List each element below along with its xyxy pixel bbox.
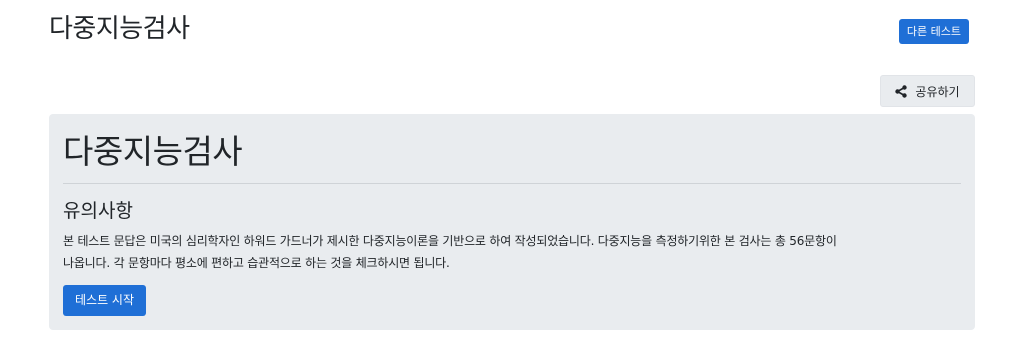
notice-line-2: 나옵니다. 각 문항마다 평소에 편하고 습관적으로 하는 것을 체크하시면 됩… [63, 256, 450, 270]
card-title: 다중지능검사 [63, 132, 243, 171]
notice-heading: 유의사항 [63, 200, 133, 222]
header: 다중지능검사 다른 테스트 [49, 8, 975, 48]
site-title[interactable]: 다중지능검사 [49, 12, 190, 46]
divider [63, 183, 961, 184]
share-icon [895, 84, 908, 98]
page: 다중지능검사 다른 테스트 공유하기 다중지능검사 유의사항 본 테스트 문답은… [0, 0, 1024, 337]
share-label: 공유하기 [915, 84, 960, 99]
intro-card: 다중지능검사 유의사항 본 테스트 문답은 미국의 심리학자인 하워드 가드너가… [49, 114, 975, 330]
notice-body: 본 테스트 문답은 미국의 심리학자인 하워드 가드너가 제시한 다중지능이론을… [63, 230, 963, 274]
share-button[interactable]: 공유하기 [880, 75, 975, 107]
other-test-button[interactable]: 다른 테스트 [898, 19, 969, 44]
notice-line-1: 본 테스트 문답은 미국의 심리학자인 하워드 가드너가 제시한 다중지능이론을… [63, 234, 837, 248]
start-test-button[interactable]: 테스트 시작 [63, 285, 147, 316]
